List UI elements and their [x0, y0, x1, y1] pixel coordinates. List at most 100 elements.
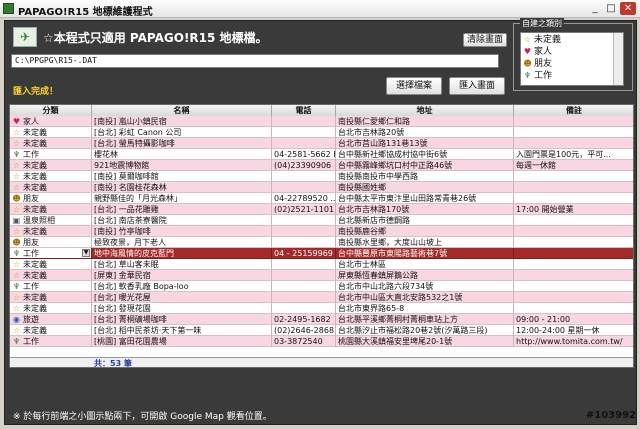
- row-addr-cell: 台北市中山北路六段734號: [336, 281, 514, 292]
- category-icon[interactable]: ☆: [12, 270, 21, 280]
- row-category-cell[interactable]: ☆ 未定義: [10, 303, 92, 314]
- row-category-cell[interactable]: ♆ 工作 ▼: [10, 248, 92, 259]
- import-button[interactable]: 匯入畫面: [449, 77, 505, 95]
- category-item[interactable]: ☆ 未定義: [523, 34, 561, 46]
- row-category-cell[interactable]: ☆ 未定義: [10, 259, 92, 270]
- table-row[interactable]: ♆ 工作 [桃園] 富田花園農場 03-3872540 桃園縣大溪鎮福安里埤尾20-1號…: [10, 336, 633, 347]
- table-row[interactable]: ☆ 未定義 [南投] 莫爾咖啡館 南投縣南投市中學西路: [10, 171, 633, 182]
- row-category-cell[interactable]: ♆ 工作: [10, 149, 92, 160]
- table-row[interactable]: ♆ 工作 [台北] 軟香乳廠 Bopa-loo 台北市中山北路六段734號: [10, 281, 633, 292]
- category-icon[interactable]: ☆: [12, 226, 21, 236]
- table-row[interactable]: ♥ 家人 [南投] 嵐山小鎮民宿 南投縣仁愛鄉仁和路: [10, 116, 633, 127]
- row-category-cell[interactable]: ☆ 未定義: [10, 127, 92, 138]
- table-row[interactable]: ◉ 旅遊 [台北] 菁桐礦場咖啡 02-2495-1682 台北縣平溪鄉菁桐村菁桐車站上…: [10, 314, 633, 325]
- row-category-cell[interactable]: ☻ 朋友: [10, 193, 92, 204]
- row-category-cell[interactable]: ☆ 未定義: [10, 226, 92, 237]
- row-name-cell: [屏東] 金華民宿: [92, 270, 272, 281]
- category-icon[interactable]: ♆: [12, 281, 21, 291]
- table-row[interactable]: ☆ 未定義 [屏東] 金華民宿 屏東縣恆春鎮屏鵝公路: [10, 270, 633, 281]
- table-row[interactable]: ☆ 未定義 [台北] 暖光花屋 台北市中山區大直北安路532之1號: [10, 292, 633, 303]
- table-row[interactable]: ☆ 未定義 [南投] 竹亭咖啡 南投縣鹿谷鄉: [10, 226, 633, 237]
- row-phone-cell: (02)2646-2868: [272, 325, 336, 336]
- table-row[interactable]: ♆工作櫻花林04-2581-5662 FAX台中縣新社鄉協成村協中街6號入園門票…: [10, 149, 633, 160]
- dropdown-arrow-icon[interactable]: ▼: [82, 249, 90, 257]
- select-file-button[interactable]: 選擇檔案: [386, 77, 442, 95]
- category-icon[interactable]: ☆: [12, 325, 21, 335]
- maximize-button[interactable]: □: [604, 2, 618, 15]
- category-label: 朋友: [23, 238, 39, 247]
- table-row[interactable]: ☆ 未定義 [台北] 彩虹 Canon 公司 台北市吉林路20號: [10, 127, 633, 138]
- row-addr-cell: 台中縣太平市東汴里山田路常青巷26號: [336, 193, 514, 204]
- column-header[interactable]: 名稱: [92, 105, 272, 116]
- category-item[interactable]: ☻ 朋友: [523, 58, 552, 70]
- row-category-cell[interactable]: ☆ 未定義: [10, 270, 92, 281]
- category-icon[interactable]: ◉: [12, 314, 21, 324]
- category-label: 未定義: [23, 293, 47, 302]
- category-legend: 自建之類別: [520, 18, 564, 29]
- category-list[interactable]: ☆ 未定義 ♥ 家人 ☻ 朋友 ♆ 工作: [520, 32, 624, 86]
- table-row[interactable]: ☆ 未定義 [台北] 發現花園 台北市東界路65-8: [10, 303, 633, 314]
- category-label: 未定義: [23, 271, 47, 280]
- category-icon[interactable]: ♆: [12, 336, 21, 346]
- row-note-cell: [514, 127, 633, 138]
- table-row[interactable]: ☆ 未定義 [台北] 草山客未眠 台北市士林區: [10, 259, 633, 270]
- table-row[interactable]: ♆ 工作 ▼ 地中海風情的皮克藍門 04 - 25159969 台中縣豐原市東陽路藝術巷7…: [10, 248, 633, 259]
- column-header[interactable]: 分類: [10, 105, 92, 116]
- column-header[interactable]: 電話: [272, 105, 336, 116]
- category-icon[interactable]: ☆: [12, 204, 21, 214]
- row-phone-cell: [272, 127, 336, 138]
- category-icon[interactable]: ▣: [12, 215, 21, 225]
- column-header[interactable]: 備註: [514, 105, 633, 116]
- row-addr-cell: 南投縣水里鄉，大度山山坡上: [336, 237, 514, 248]
- pin-icon: ♆: [523, 71, 532, 80]
- category-icon[interactable]: ☻: [12, 237, 21, 247]
- row-category-cell[interactable]: ♆ 工作: [10, 281, 92, 292]
- row-category-cell[interactable]: ☆ 未定義: [10, 182, 92, 193]
- row-category-cell[interactable]: ☆ 未定義: [10, 204, 92, 215]
- category-icon[interactable]: ☆: [12, 127, 21, 137]
- category-item[interactable]: ♥ 家人: [523, 46, 552, 58]
- row-category-cell[interactable]: ♥ 家人: [10, 116, 92, 127]
- category-scrollbar[interactable]: [613, 33, 623, 85]
- row-category-cell[interactable]: ☆ 未定義: [10, 160, 92, 171]
- file-path-input[interactable]: C:\PPGPG\R15-.DAT: [11, 54, 499, 68]
- row-category-cell[interactable]: ☆ 未定義: [10, 325, 92, 336]
- table-row[interactable]: ☆ 未定義 921地震博物館 (04)23390906 台中縣霧峰鄉坑口村中正路46號每…: [10, 160, 633, 171]
- row-name-cell: [台北] 稻中民茶坊·天下第一味: [92, 325, 272, 336]
- category-icon[interactable]: ♥: [12, 116, 21, 126]
- row-note-cell: 17:00 開始營業: [514, 204, 633, 215]
- table-row[interactable]: ☆ 未定義 [南投] 名園桂花森林 南投縣國姓鄉: [10, 182, 633, 193]
- category-icon[interactable]: ☆: [12, 303, 21, 313]
- category-icon[interactable]: ☆: [12, 292, 21, 302]
- table-row[interactable]: ☆ 未定義 [台北] 螢馬特攝影咖啡 台北市莒山路131巷13號: [10, 138, 633, 149]
- row-category-cell[interactable]: ☆ 未定義: [10, 171, 92, 182]
- row-category-cell[interactable]: ☻ 朋友: [10, 237, 92, 248]
- table-row[interactable]: ☻ 朋友 親野縣佳的「月光森林」 04-22789520 ... 台中縣太平市東汴里山田…: [10, 193, 633, 204]
- category-icon[interactable]: ☆: [12, 160, 21, 170]
- row-category-cell[interactable]: ☆ 未定義: [10, 138, 92, 149]
- table-row[interactable]: ☆ 未定義 [台北] 一品花雕雞 (02)2521-1101 台北市吉林路170號 17:…: [10, 204, 633, 215]
- table-row[interactable]: ▣ 溫泉照相 [台北] 南店茶寮醫院 台北縣新店市德鋼路: [10, 215, 633, 226]
- category-icon[interactable]: ☆: [12, 138, 21, 148]
- row-name-cell: [南投] 竹亭咖啡: [92, 226, 272, 237]
- minimize-button[interactable]: _: [588, 2, 602, 15]
- close-button[interactable]: ✕: [620, 2, 636, 15]
- column-header[interactable]: 地址: [336, 105, 514, 116]
- row-category-cell[interactable]: ☆ 未定義: [10, 292, 92, 303]
- row-note-cell: [514, 182, 633, 193]
- table-row[interactable]: ☆ 未定義 [台北] 稻中民茶坊·天下第一味 (02)2646-2868 台北縣汐止市福…: [10, 325, 633, 336]
- row-phone-cell: [272, 281, 336, 292]
- category-icon[interactable]: ☆: [12, 259, 21, 269]
- row-category-cell[interactable]: ♆ 工作: [10, 336, 92, 347]
- row-category-cell[interactable]: ▣ 溫泉照相: [10, 215, 92, 226]
- row-category-cell[interactable]: ◉ 旅遊: [10, 314, 92, 325]
- category-icon[interactable]: ☻: [12, 193, 21, 203]
- row-phone-cell: [272, 259, 336, 270]
- category-icon[interactable]: ♆: [12, 248, 21, 258]
- category-icon[interactable]: ☆: [12, 182, 21, 192]
- category-icon[interactable]: ☆: [12, 171, 21, 181]
- clear-screen-button[interactable]: 清除畫面: [463, 33, 507, 47]
- category-icon[interactable]: ♆: [12, 149, 21, 159]
- table-row[interactable]: ☻ 朋友 極致夜景，月下老人 南投縣水里鄉，大度山山坡上: [10, 237, 633, 248]
- category-item[interactable]: ♆ 工作: [523, 70, 552, 82]
